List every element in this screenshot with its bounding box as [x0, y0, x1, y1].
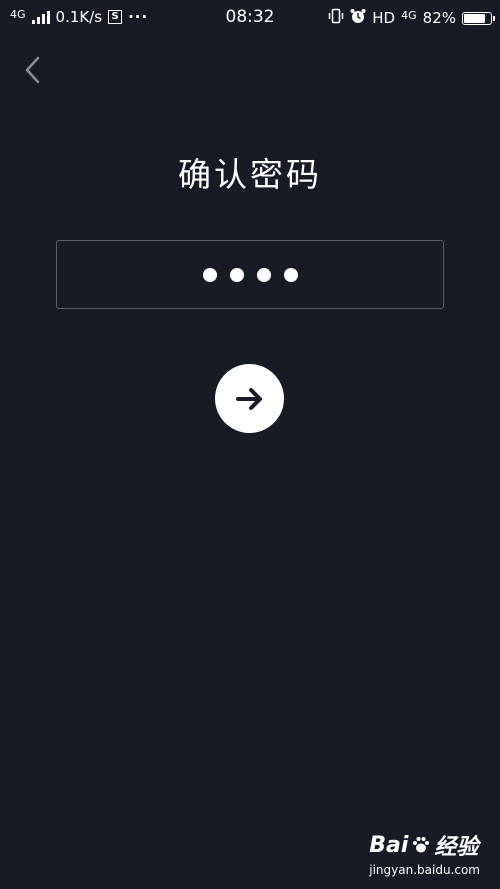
status-bar: 4G 0.1K/s S ··· 08:32 HD 4G 82%	[0, 0, 500, 34]
chevron-left-icon	[25, 56, 40, 84]
arrow-right-icon	[235, 387, 262, 410]
back-button[interactable]	[18, 52, 50, 88]
network-type-right: 4G	[401, 8, 417, 22]
submit-button[interactable]	[215, 364, 284, 433]
baidu-jingyan-watermark: Bai 经验 jingyan.baidu.com	[369, 829, 480, 878]
battery-fill	[464, 13, 485, 23]
password-mask-dot	[283, 267, 298, 282]
battery-icon	[462, 11, 495, 25]
alarm-icon	[350, 8, 366, 28]
hd-label: HD	[372, 9, 396, 27]
password-mask-dot	[229, 267, 244, 282]
password-mask-dot	[256, 267, 271, 282]
screen: 4G 0.1K/s S ··· 08:32 HD 4G 82% 确认密码 Bai…	[0, 0, 500, 889]
password-mask-dot	[202, 267, 217, 282]
watermark-logo-suffix: 经验	[434, 835, 479, 860]
vibrate-icon	[328, 8, 344, 28]
battery-percent: 82%	[422, 9, 456, 27]
watermark-url: jingyan.baidu.com	[369, 863, 480, 877]
paw-icon	[413, 837, 430, 853]
watermark-logo-text: Bai	[369, 832, 409, 858]
watermark-logo: Bai 经验	[369, 829, 480, 861]
page-title: 确认密码	[178, 155, 322, 194]
password-field[interactable]	[56, 240, 444, 309]
status-right: HD 4G 82%	[328, 8, 495, 28]
